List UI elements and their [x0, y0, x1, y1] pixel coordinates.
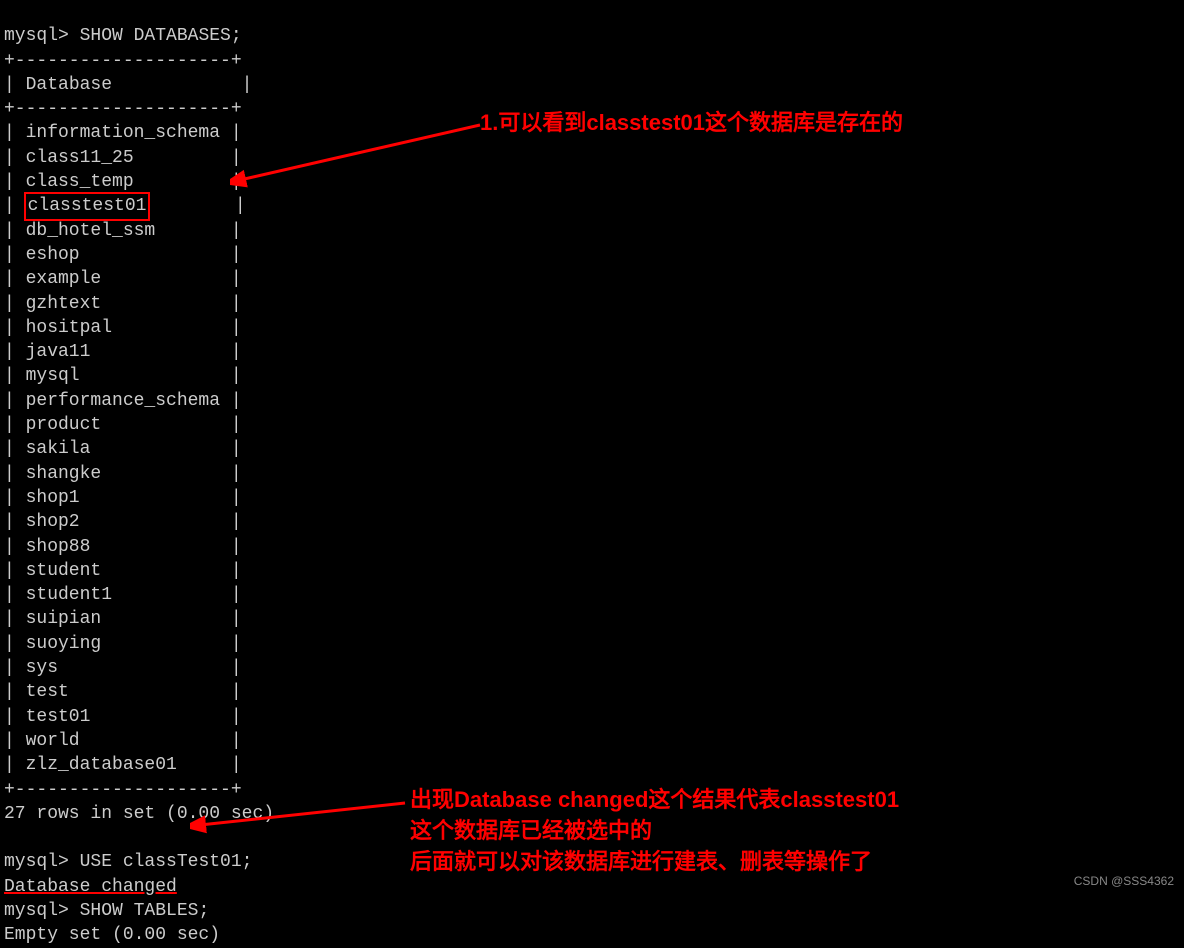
database-row: | shangke | [4, 462, 1180, 486]
database-row: | test | [4, 680, 1180, 704]
database-row: | student1 | [4, 583, 1180, 607]
empty-set-message: Empty set (0.00 sec) [4, 925, 220, 945]
database-row: | shop2 | [4, 510, 1180, 534]
database-row: | java11 | [4, 340, 1180, 364]
prompt[interactable]: mysql> SHOW TABLES; [4, 901, 209, 921]
table-border: +--------------------+ [4, 99, 242, 119]
database-row: | hositpal | [4, 316, 1180, 340]
database-row: | shop88 | [4, 535, 1180, 559]
annotation-bottom: 出现Database changed这个结果代表classtest01 这个数据… [410, 785, 899, 877]
database-row: | eshop | [4, 243, 1180, 267]
database-row: | mysql | [4, 364, 1180, 388]
database-row: | example | [4, 267, 1180, 291]
database-row: | gzhtext | [4, 292, 1180, 316]
row-count: 27 rows in set (0.00 sec) [4, 804, 274, 824]
database-row: | student | [4, 559, 1180, 583]
highlighted-db: classtest01 [26, 194, 149, 218]
table-border: +--------------------+ [4, 51, 242, 71]
database-row: | sys | [4, 656, 1180, 680]
prompt[interactable]: mysql> USE classTest01; [4, 852, 252, 872]
database-row: | performance_schema | [4, 389, 1180, 413]
database-row: | shop1 | [4, 486, 1180, 510]
database-row: | sakila | [4, 437, 1180, 461]
database-row: | product | [4, 413, 1180, 437]
watermark: CSDN @SSS4362 [1074, 873, 1174, 889]
table-border: +--------------------+ [4, 780, 242, 800]
database-row: | world | [4, 729, 1180, 753]
table-header-row: | Database | [4, 75, 252, 95]
database-list: | information_schema || class11_25 || cl… [4, 121, 1180, 777]
database-row: | classtest01 | [4, 194, 1180, 218]
database-row: | zlz_database01 | [4, 753, 1180, 777]
database-row: | db_hotel_ssm | [4, 219, 1180, 243]
database-row: | class11_25 | [4, 146, 1180, 170]
database-row: | test01 | [4, 705, 1180, 729]
database-row: | suoying | [4, 632, 1180, 656]
annotation-top: 1.可以看到classtest01这个数据库是存在的 [480, 108, 903, 139]
db-changed-message: Database changed [4, 877, 177, 897]
database-row: | suipian | [4, 607, 1180, 631]
prompt[interactable]: mysql> SHOW DATABASES; [4, 26, 242, 46]
database-row: | class_temp | [4, 170, 1180, 194]
